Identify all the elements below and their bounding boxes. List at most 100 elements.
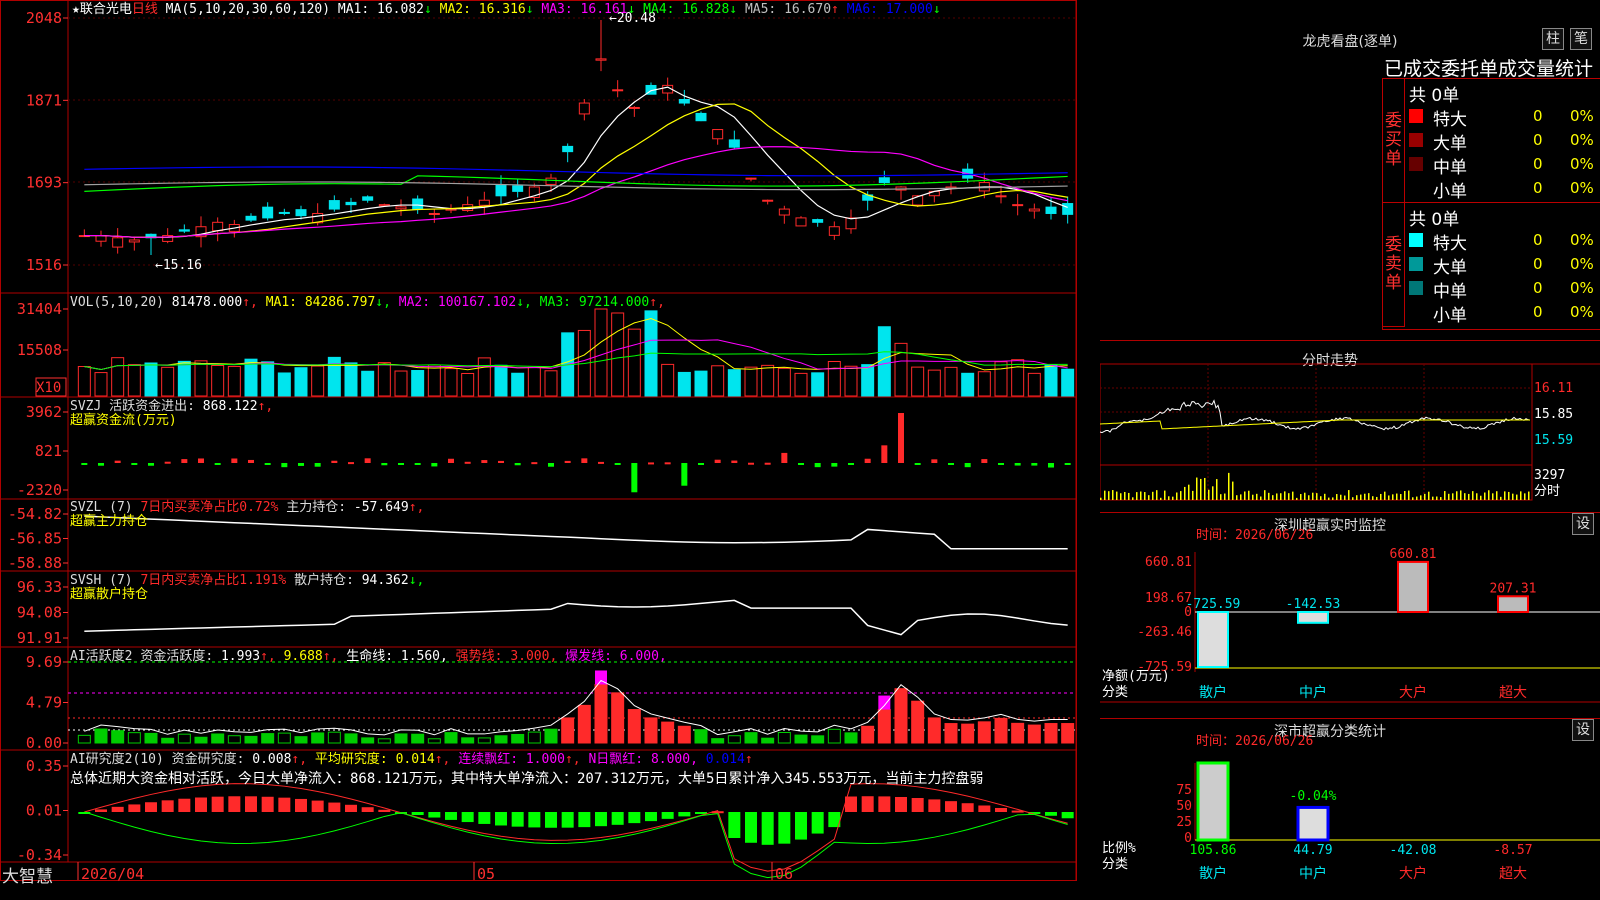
candle-up — [1012, 204, 1024, 207]
label-part: ↓ — [628, 2, 644, 17]
sc-bar — [1196, 761, 1230, 842]
candle-up — [95, 235, 107, 242]
ai-research-tick: 0.35 — [26, 757, 62, 775]
price-tick: 2048 — [26, 9, 62, 27]
fund-inflow-bar — [664, 462, 671, 465]
date-label: 05 — [477, 865, 495, 883]
intraday-vol-bar — [1200, 478, 1202, 500]
intraday-vol-bar — [1160, 497, 1162, 500]
research-bar-red — [195, 797, 207, 812]
label-part: 16.670 — [776, 2, 831, 17]
column-view-button[interactable]: 柱 — [1542, 28, 1564, 50]
volume-bar-up — [594, 308, 608, 397]
tick-view-button[interactable]: 笔 — [1570, 28, 1592, 50]
candle-up — [712, 129, 724, 140]
fund-outflow-bar — [831, 463, 838, 467]
label-part: 81478.000 — [172, 295, 242, 310]
intraday-vol-bar — [1308, 495, 1310, 500]
volume-bar-up — [1011, 359, 1025, 397]
activity-bar-green — [394, 733, 408, 744]
volume-bar-down — [277, 372, 291, 397]
intraday-vol-bar — [1172, 496, 1174, 500]
label-part: ↓ — [729, 2, 745, 17]
main-chart-area[interactable]: 2048 1871 1693 1516 ←20.48 ←15.16 ★联合光电日线 MA(5… — [0, 0, 1100, 900]
fund-outflow-bar — [298, 463, 304, 466]
activity-bar-red — [594, 683, 608, 744]
svzj-tick: 821 — [35, 442, 62, 460]
sell-row-count: 0 — [1533, 303, 1543, 321]
intraday-chart[interactable]: 16.11 15.85 15.59 3297分时 — [1100, 340, 1600, 510]
label-part: 16.161 — [573, 2, 628, 17]
intraday-vol-bar — [1220, 494, 1222, 500]
intraday-vol-bar — [1384, 491, 1386, 500]
fund-outflow-bar — [381, 463, 388, 466]
svzj-tick: 3962 — [26, 403, 62, 421]
fund-outflow-bar — [98, 463, 104, 466]
label-part: -57.649 — [354, 500, 409, 515]
volume-bar-up — [111, 357, 125, 397]
intraday-vol-bar — [1280, 493, 1282, 500]
sc-category-label: 超大 — [1499, 866, 1527, 882]
low-price-label: ←15.16 — [155, 258, 202, 273]
label-part: ↑, — [409, 500, 425, 515]
sz-bar-value: -725.59 — [1186, 597, 1241, 612]
label-part: MA3: — [540, 295, 579, 310]
volume-bar-up — [744, 366, 758, 397]
intraday-vol-bar — [1344, 495, 1346, 500]
ai-research-header: AI研究度2(10) 资金研究度: 0.008↑, 平均研究度: 0.014↑,… — [70, 751, 753, 767]
activity-bar-green — [794, 734, 808, 744]
label-part: 868.122 — [203, 399, 258, 414]
buy-color-swatch — [1409, 133, 1423, 147]
candle-up — [612, 89, 624, 92]
volume-bar-down — [961, 372, 975, 397]
sell-row-name: 小单 — [1433, 306, 1467, 326]
sell-row-pct: 0% — [1570, 279, 1594, 297]
label-part: ↑ — [745, 752, 753, 767]
fund-outflow-bar — [314, 463, 321, 467]
ai-research-tick: 0.01 — [26, 802, 62, 820]
sell-row-count: 0 — [1533, 231, 1543, 249]
intraday-vol-bar — [1272, 495, 1274, 500]
candle-down — [878, 177, 890, 184]
volume-bar-down — [344, 362, 358, 397]
sz-bar — [1197, 611, 1229, 668]
intraday-vol-bar — [1508, 491, 1510, 500]
label-part: ↑, — [291, 752, 314, 767]
ma-line-1 — [84, 86, 1068, 238]
intraday-vol-bar — [1392, 494, 1394, 500]
fund-inflow-bar — [464, 461, 471, 464]
intraday-vol-bar — [1512, 493, 1514, 500]
fund-inflow-bar — [198, 458, 204, 463]
volume-bar-up — [544, 370, 558, 397]
activity-bar-green — [694, 729, 708, 744]
sell-row-pct: 0% — [1570, 231, 1594, 249]
intraday-vol-bar — [1232, 481, 1234, 500]
fund-inflow-bar — [114, 460, 121, 463]
fund-inflow-bar — [364, 458, 371, 463]
intraday-vol-bar — [1296, 497, 1298, 500]
activity-bar-green — [227, 735, 241, 744]
intraday-vol-bar — [1176, 492, 1178, 500]
volume-bar-up — [944, 366, 958, 397]
label-part: 资金研究度: — [172, 751, 253, 767]
fund-outflow-bar — [514, 463, 521, 466]
intraday-vol-bar — [1136, 492, 1138, 500]
research-bar-green — [645, 812, 657, 822]
activity-bar-red — [1044, 723, 1058, 744]
indicator-panels[interactable]: 2048187116931516←20.48←15.16★联合光电日线 MA(5… — [0, 0, 1100, 900]
frame-border — [0, 0, 1077, 881]
fund-inflow-bar — [981, 459, 988, 463]
buy-row-name: 特大 — [1433, 110, 1467, 130]
intraday-vol-bar — [1184, 486, 1186, 500]
research-bar-green — [1045, 812, 1057, 816]
fenshi-tick: 15.59 — [1534, 433, 1573, 448]
svzj-subtitle: 超赢资金流(万元) — [70, 412, 177, 428]
sell-row-name: 特大 — [1433, 234, 1467, 254]
label-part: 16.828 — [674, 2, 729, 17]
research-bar-red — [295, 798, 307, 812]
sc-bar-value: -42.08 — [1390, 843, 1437, 858]
intraday-vol-bar — [1476, 493, 1478, 500]
svsh-tick: 91.91 — [17, 629, 62, 647]
research-bar-green — [578, 812, 591, 828]
volume-bar-up — [527, 366, 541, 397]
